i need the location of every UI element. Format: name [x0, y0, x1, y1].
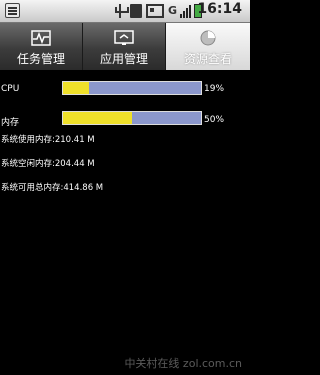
cpu-usage-bar — [62, 81, 202, 95]
cpu-label: CPU — [1, 84, 20, 94]
network-type-label: G — [168, 4, 178, 17]
tab-bar: 任务管理 应用管理 资源查看 — [0, 23, 250, 70]
signal-icon — [180, 4, 191, 18]
memory-free-text: 系统空闲内存:204.44 M — [1, 159, 95, 169]
status-bar: G 16:14 — [0, 0, 250, 23]
pulse-icon — [31, 30, 51, 46]
tab-task-manager[interactable]: 任务管理 — [0, 23, 83, 70]
screen-icon — [146, 4, 164, 18]
memory-label: 内存 — [1, 118, 20, 128]
watermark: 中关村在线 zol.com.cn — [124, 357, 242, 370]
cpu-percent: 19% — [204, 84, 225, 94]
sd-card-icon — [130, 4, 142, 18]
memory-usage-bar — [62, 111, 202, 125]
cpu-usage-fill — [63, 82, 90, 94]
memory-used-text: 系统使用内存:210.41 M — [1, 135, 95, 145]
usb-icon — [113, 4, 129, 18]
app-window-icon — [114, 30, 134, 45]
notification-app-icon[interactable] — [5, 3, 20, 18]
tab-label: 资源查看 — [183, 52, 232, 66]
status-clock: 16:14 — [197, 1, 242, 17]
memory-usage-fill — [63, 112, 132, 124]
pie-chart-icon — [200, 30, 216, 46]
tab-app-manager[interactable]: 应用管理 — [83, 23, 166, 70]
tab-resource-view[interactable]: 资源查看 — [166, 23, 250, 70]
tab-label: 应用管理 — [99, 52, 148, 66]
memory-percent: 50% — [204, 115, 225, 125]
memory-total-text: 系统可用总内存:414.86 M — [1, 183, 104, 193]
tab-label: 任务管理 — [16, 52, 65, 66]
